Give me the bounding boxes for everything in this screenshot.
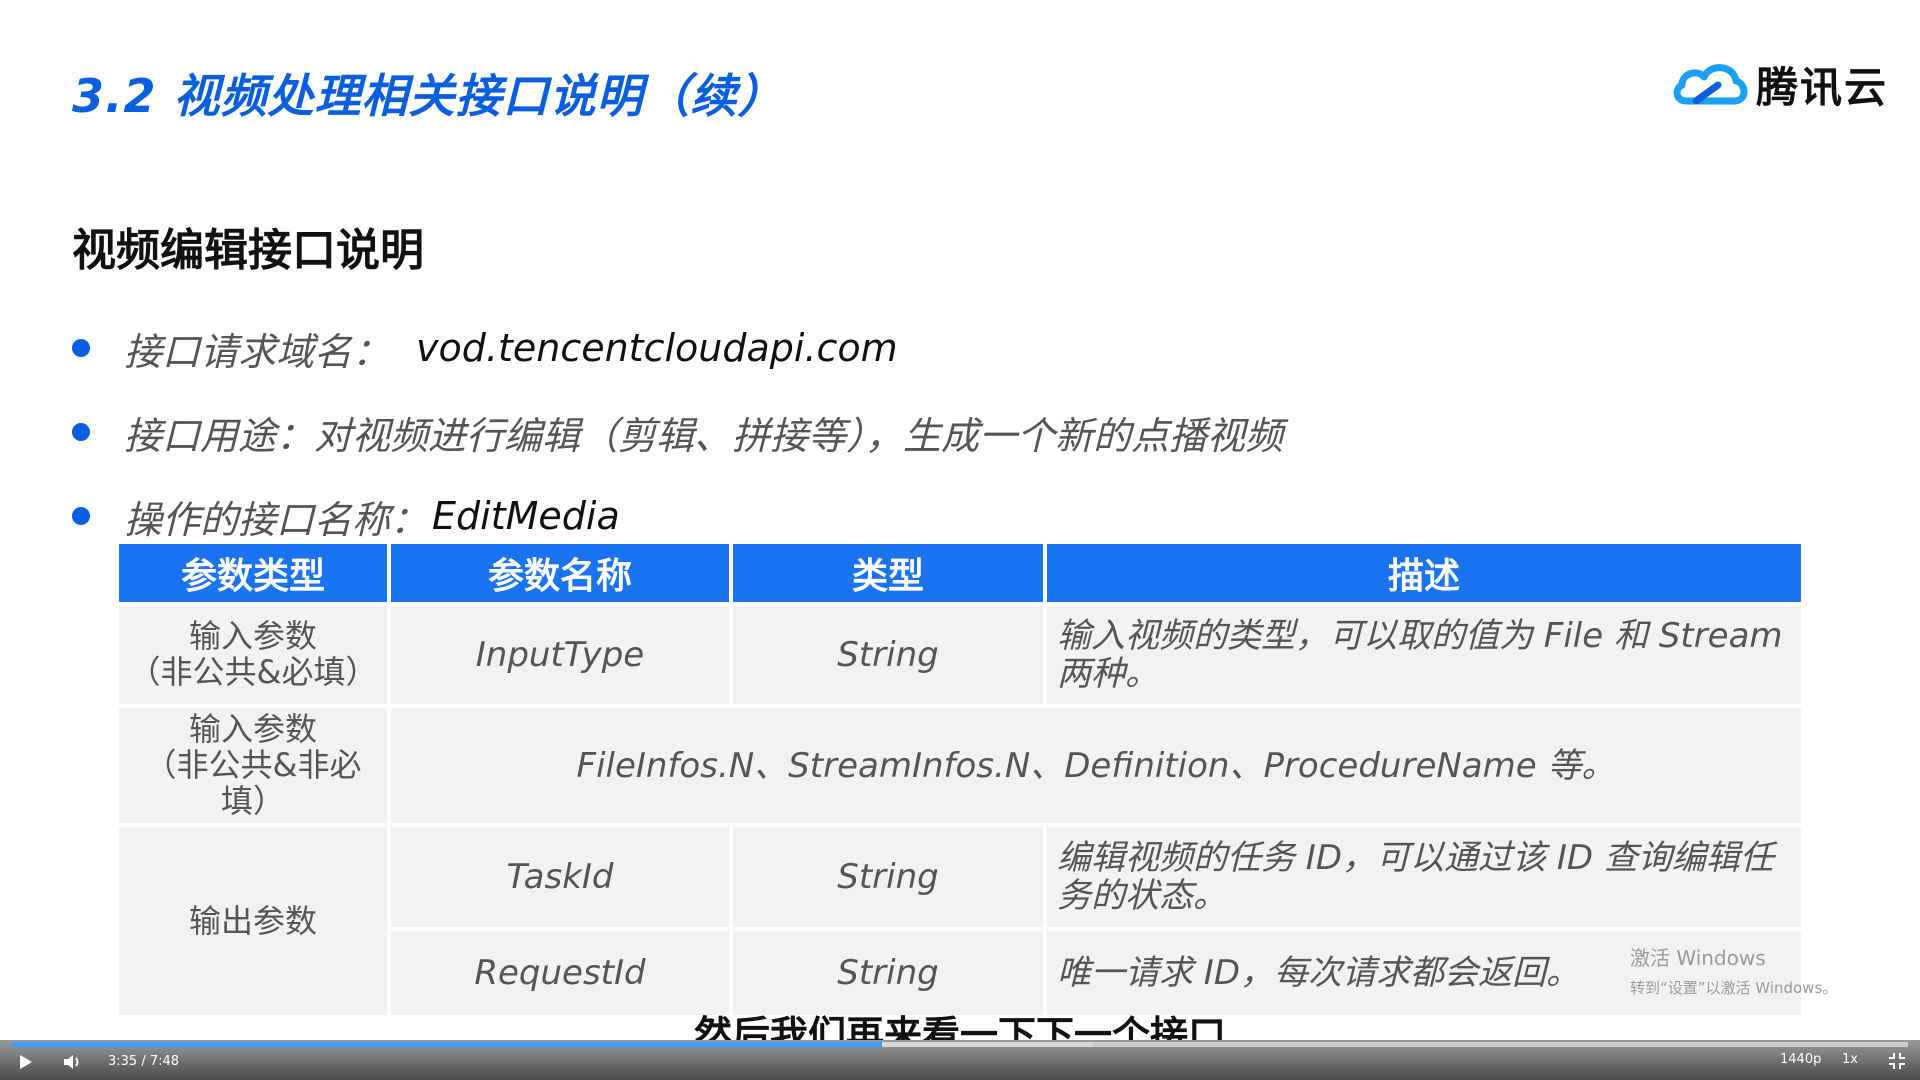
cloud-logo-icon xyxy=(1673,63,1748,104)
table-row: 输入参数 （非公共&非必填） FileInfos.N、StreamInfos.N… xyxy=(119,708,1801,824)
cell-param-name: InputType xyxy=(391,606,729,704)
tencent-cloud-logo: 腾讯云 xyxy=(1672,54,1888,115)
watermark-line-1: 激活 Windows xyxy=(1630,946,1766,970)
cell-param-name: TaskId xyxy=(391,827,729,928)
play-icon[interactable] xyxy=(20,1055,32,1069)
bullet-label: 操作的接口名称： xyxy=(124,497,429,542)
bullet-item: 接口用途：对视频进行编辑（剪辑、拼接等），生成一个新的点播视频 xyxy=(72,390,1283,474)
bullet-item: 接口请求域名： vod.tencentcloudapi.com xyxy=(72,306,1283,390)
time-display: 3:35 / 7:48 xyxy=(108,1054,180,1069)
playback-speed-button[interactable]: 1x xyxy=(1842,1052,1858,1067)
windows-activation-watermark: 激活 Windows 转到“设置”以激活 Windows。 xyxy=(1630,942,1837,998)
cell-param-type: 输入参数 （非公共&必填） xyxy=(119,606,387,704)
parameter-table: 参数类型 参数名称 类型 描述 输入参数 （非公共&必填） InputType … xyxy=(115,540,1805,1019)
table-header-row: 参数类型 参数名称 类型 描述 xyxy=(119,544,1801,602)
bullet-value: vod.tencentcloudapi.com xyxy=(416,326,898,370)
header-type: 类型 xyxy=(733,544,1043,602)
bullet-dot-icon xyxy=(72,339,90,357)
cell-type: String xyxy=(733,827,1043,928)
progress-played xyxy=(12,1042,883,1047)
progress-bar[interactable] xyxy=(12,1042,1908,1047)
watermark-line-2: 转到“设置”以激活 Windows。 xyxy=(1630,979,1838,997)
header-description: 描述 xyxy=(1047,544,1801,602)
video-player-controls: 3:35 / 7:48 1440p 1x xyxy=(0,1040,1920,1080)
bullet-list: 接口请求域名： vod.tencentcloudapi.com 接口用途：对视频… xyxy=(72,306,1283,558)
cell-merged-params: FileInfos.N、StreamInfos.N、Definition、Pro… xyxy=(391,708,1801,824)
bullet-label: 接口请求域名： xyxy=(124,329,391,374)
cell-description: 编辑视频的任务 ID，可以通过该 ID 查询编辑任务的状态。 xyxy=(1047,827,1801,928)
bullet-value: EditMedia xyxy=(432,494,620,538)
section-heading: 视频编辑接口说明 xyxy=(72,225,424,276)
logo-text: 腾讯云 xyxy=(1756,63,1889,112)
cell-type: String xyxy=(733,931,1043,1016)
exit-fullscreen-icon[interactable] xyxy=(1888,1052,1906,1070)
bullet-dot-icon xyxy=(72,507,90,525)
header-param-type: 参数类型 xyxy=(119,544,387,602)
table-row: 输出参数 TaskId String 编辑视频的任务 ID，可以通过该 ID 查… xyxy=(119,827,1801,1016)
cell-param-type: 输出参数 xyxy=(119,827,387,1016)
header-param-name: 参数名称 xyxy=(391,544,729,602)
slide-title: 3.2 视频处理相关接口说明（续） xyxy=(72,69,785,123)
table-row: 输入参数 （非公共&必填） InputType String 输入视频的类型，可… xyxy=(119,606,1801,704)
bullet-label: 接口用途：对视频进行编辑（剪辑、拼接等），生成一个新的点播视频 xyxy=(124,413,1284,458)
cell-type: String xyxy=(733,606,1043,704)
cell-param-name: RequestId xyxy=(391,931,729,1016)
quality-selector[interactable]: 1440p xyxy=(1780,1052,1821,1067)
cell-description: 输入视频的类型，可以取的值为 File 和 Stream 两种。 xyxy=(1047,606,1801,704)
cell-param-type: 输入参数 （非公共&非必填） xyxy=(119,708,387,824)
bullet-dot-icon xyxy=(72,423,90,441)
volume-icon[interactable] xyxy=(62,1053,82,1071)
